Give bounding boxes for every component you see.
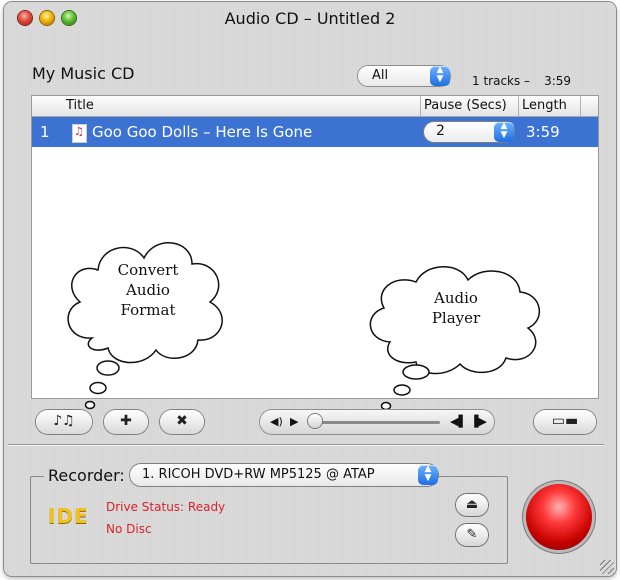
erase-icon: ✎: [466, 527, 478, 542]
audio-player: ◀) ▶ ◀▌ ▐▶: [260, 410, 494, 434]
pause-select[interactable]: 2 ▲ ▼: [424, 122, 514, 142]
erase-button[interactable]: ✎: [456, 524, 488, 546]
thought-bubble-graphic: [369, 266, 541, 411]
section-title: My Music CD: [32, 64, 135, 83]
column-header-length[interactable]: Length: [522, 98, 567, 113]
recorder-select[interactable]: 1. RICOH DVD+RW MP5125 @ ATAP ▲ ▼: [130, 464, 438, 486]
total-length: 3:59: [544, 74, 572, 88]
callout-audio-player: Audio Player: [360, 258, 550, 422]
track-row[interactable]: 1 Goo Goo Dolls – Here Is Gone 2 ▲▼ 3:59: [32, 117, 598, 147]
tracks-count: 1 tracks –: [472, 74, 531, 88]
tracks-summary: 1 tracks – 3:59: [472, 74, 571, 88]
eject-button[interactable]: ⏏: [456, 494, 488, 516]
column-header-pause[interactable]: Pause (Secs): [424, 98, 507, 113]
select-arrows-icon: ▲ ▼: [418, 465, 438, 485]
divider: [8, 444, 604, 445]
track-length: 3:59: [526, 123, 560, 141]
ide-logo: IDE: [48, 504, 89, 528]
recorder-group: [30, 476, 508, 564]
audio-file-icon: [72, 124, 87, 143]
callout-text: Convert Audio Format: [104, 260, 192, 320]
filter-select[interactable]: All ▲ ▼: [358, 66, 450, 86]
recorder-device: 1. RICOH DVD+RW MP5125 @ ATAP: [142, 467, 375, 482]
callout-line: Audio: [434, 289, 478, 307]
column-separator: [580, 96, 581, 116]
burn-button[interactable]: [526, 484, 592, 550]
callout-line: Audio: [126, 281, 170, 299]
track-title: Goo Goo Dolls – Here Is Gone: [92, 123, 313, 141]
add-track-button[interactable]: ✚: [104, 410, 148, 434]
column-separator: [420, 96, 421, 116]
previous-track-icon[interactable]: ◀▌: [450, 415, 467, 428]
music-notes-icon: ♪♫: [53, 413, 75, 429]
plus-icon: ✚: [120, 413, 132, 429]
convert-audio-button[interactable]: ♪♫: [36, 410, 92, 434]
callout-line: Player: [431, 309, 481, 327]
column-separator: [518, 96, 519, 116]
track-list-header: Title Pause (Secs) Length: [32, 96, 598, 117]
callout-text: Audio Player: [406, 288, 506, 328]
window-title: Audio CD – Untitled 2: [224, 9, 396, 28]
filter-value: All: [372, 68, 389, 83]
callout-line: Format: [120, 301, 176, 319]
play-icon[interactable]: ▶: [290, 415, 298, 428]
track-list[interactable]: Title Pause (Secs) Length 1 Goo Goo Doll…: [32, 96, 598, 411]
volume-icon[interactable]: ◀): [270, 415, 283, 428]
column-header-title[interactable]: Title: [66, 98, 94, 113]
next-track-icon[interactable]: ▐▶: [470, 415, 487, 428]
disc-status: No Disc: [106, 522, 152, 536]
drawer-toggle-button[interactable]: ▭▬: [534, 410, 596, 434]
select-arrows-icon: ▲ ▼: [494, 122, 514, 142]
drive-status: Drive Status: Ready: [106, 500, 226, 514]
resize-grip-icon[interactable]: [600, 560, 614, 574]
select-arrows-icon: ▲ ▼: [430, 66, 450, 86]
pause-value: 2: [436, 123, 445, 139]
recorder-label: Recorder:: [44, 466, 129, 485]
eject-icon: ⏏: [465, 497, 479, 512]
close-icon: ✖: [176, 413, 188, 429]
callout-convert-audio-format: Convert Audio Format: [52, 230, 232, 434]
drawer-toggle-icon: ▭▬: [551, 413, 579, 429]
title-bar[interactable]: Audio CD – Untitled 2: [4, 2, 616, 36]
callout-line: Convert: [117, 261, 179, 279]
remove-track-button[interactable]: ✖: [160, 410, 204, 434]
playback-slider-knob[interactable]: [308, 414, 322, 428]
track-number: 1: [40, 123, 50, 141]
playback-slider-track[interactable]: [312, 421, 440, 424]
